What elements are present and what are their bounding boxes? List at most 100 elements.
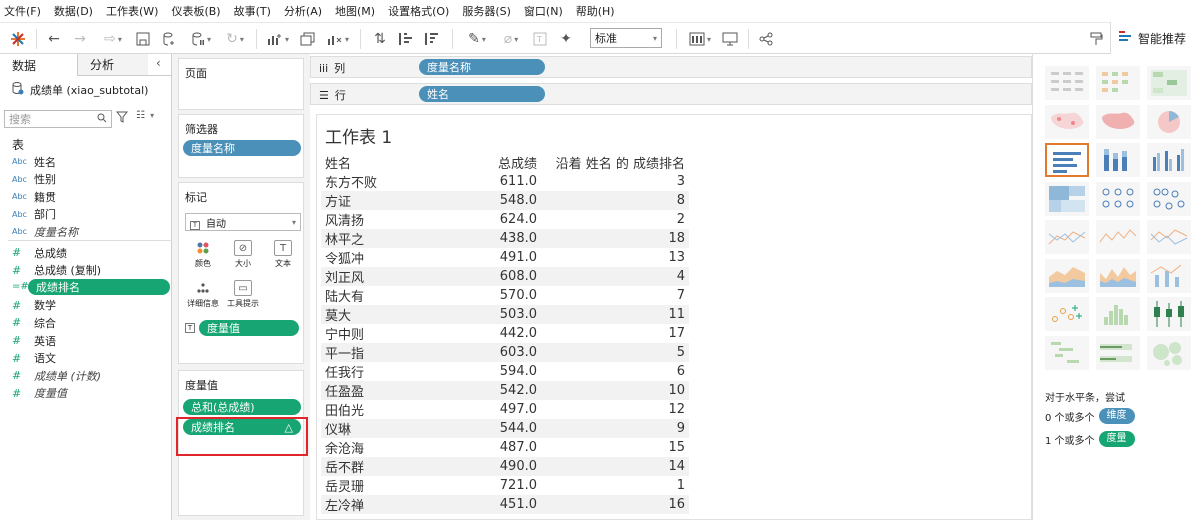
- fix-axes-icon[interactable]: ✦: [556, 29, 576, 49]
- cell-rank[interactable]: 13: [541, 248, 689, 267]
- menu-item[interactable]: 帮助(H): [576, 3, 615, 19]
- cell-rank[interactable]: 7: [541, 286, 689, 305]
- cell-rank[interactable]: 1: [541, 476, 689, 495]
- cell-rank[interactable]: 12: [541, 400, 689, 419]
- field-item-rank-selected[interactable]: 成绩排名: [28, 279, 170, 295]
- pause-update-icon[interactable]: ▾: [186, 29, 216, 49]
- cell-rank[interactable]: 15: [541, 438, 689, 457]
- header-rank[interactable]: 沿着 姓名 的 成绩排名: [541, 153, 689, 172]
- size-button[interactable]: ⊘ 大小: [225, 237, 261, 273]
- menu-item[interactable]: 数据(D): [54, 3, 93, 19]
- cell-rank[interactable]: 11: [541, 305, 689, 324]
- header-total-score[interactable]: 总成绩: [471, 153, 541, 172]
- circle-views-thumb[interactable]: [1096, 181, 1140, 216]
- table-row[interactable]: 岳不群 490.0 14: [321, 457, 689, 476]
- tab-data[interactable]: 数据: [0, 54, 78, 76]
- share-icon[interactable]: [756, 29, 776, 49]
- table-row[interactable]: 刘正风 608.0 4: [321, 267, 689, 286]
- columns-shelf[interactable]: iii 列 度量名称: [310, 56, 1032, 78]
- cell-total-score[interactable]: 491.0: [471, 248, 541, 267]
- cell-total-score[interactable]: 624.0: [471, 210, 541, 229]
- show-me-tab[interactable]: 智能推荐: [1110, 22, 1200, 54]
- measure-field-item[interactable]: # 数学: [12, 297, 170, 314]
- cell-total-score[interactable]: 608.0: [471, 267, 541, 286]
- table-row[interactable]: 林平之 438.0 18: [321, 229, 689, 248]
- cell-total-score[interactable]: 548.0: [471, 191, 541, 210]
- histogram-thumb[interactable]: [1096, 297, 1140, 331]
- dimension-field-item[interactable]: Abc 籍贯: [12, 188, 170, 205]
- pages-card[interactable]: 页面: [178, 58, 304, 110]
- color-button[interactable]: 颜色: [185, 237, 221, 273]
- table-row[interactable]: 陆大有 570.0 7: [321, 286, 689, 305]
- filters-card[interactable]: 筛选器 度量名称: [178, 114, 304, 178]
- table-row[interactable]: 莫大 503.0 11: [321, 305, 689, 324]
- measure-field-item[interactable]: # 语文: [12, 350, 170, 367]
- collapse-pane-icon[interactable]: ‹: [156, 56, 161, 70]
- table-row[interactable]: 余沧海 487.0 15: [321, 438, 689, 457]
- cell-rank[interactable]: 17: [541, 324, 689, 343]
- cell-total-score[interactable]: 542.0: [471, 381, 541, 400]
- duplicate-sheet-icon[interactable]: [298, 29, 318, 49]
- cell-total-score[interactable]: 594.0: [471, 362, 541, 381]
- cell-name[interactable]: 林平之: [321, 229, 471, 248]
- cell-name[interactable]: 余沧海: [321, 438, 471, 457]
- cell-rank[interactable]: 10: [541, 381, 689, 400]
- cell-name[interactable]: 任我行: [321, 362, 471, 381]
- table-row[interactable]: 宁中则 442.0 17: [321, 324, 689, 343]
- cell-total-score[interactable]: 490.0: [471, 457, 541, 476]
- menu-item[interactable]: 窗口(N): [524, 3, 563, 19]
- cell-name[interactable]: 宁中则: [321, 324, 471, 343]
- highlight-icon[interactable]: ✎ ▾: [462, 29, 492, 49]
- table-row[interactable]: 令狐冲 491.0 13: [321, 248, 689, 267]
- cell-total-score[interactable]: 451.0: [471, 495, 541, 514]
- refresh-icon[interactable]: ↻ ▾: [220, 29, 250, 49]
- table-row[interactable]: 风清扬 624.0 2: [321, 210, 689, 229]
- cell-total-score[interactable]: 544.0: [471, 419, 541, 438]
- cell-name[interactable]: 莫大: [321, 305, 471, 324]
- cell-name[interactable]: 令狐冲: [321, 248, 471, 267]
- side-by-side-bars-thumb[interactable]: [1147, 143, 1191, 177]
- bullet-graph-thumb[interactable]: [1096, 335, 1140, 370]
- measure-field-item[interactable]: # 综合: [12, 314, 170, 331]
- filter-pill-measure-names[interactable]: 度量名称: [183, 140, 301, 156]
- cell-name[interactable]: 仪琳: [321, 419, 471, 438]
- table-row[interactable]: 仪琳 544.0 9: [321, 419, 689, 438]
- cell-total-score[interactable]: 487.0: [471, 438, 541, 457]
- dual-lines-thumb[interactable]: [1147, 220, 1191, 254]
- menu-item[interactable]: 地图(M): [335, 3, 375, 19]
- menu-item[interactable]: 故事(T): [234, 3, 271, 19]
- mark-type-select[interactable]: T 自动 ▾: [185, 213, 301, 231]
- tooltip-button[interactable]: ▭ 工具提示: [225, 277, 261, 313]
- menu-item[interactable]: 工作表(W): [106, 3, 158, 19]
- dimension-field-item[interactable]: Abc 姓名: [12, 153, 170, 170]
- cell-name[interactable]: 岳灵珊: [321, 476, 471, 495]
- cell-rank[interactable]: 18: [541, 229, 689, 248]
- cell-rank[interactable]: 8: [541, 191, 689, 210]
- sort-descending-icon[interactable]: [422, 29, 442, 49]
- cell-rank[interactable]: 6: [541, 362, 689, 381]
- discrete-lines-thumb[interactable]: [1096, 220, 1140, 254]
- table-row[interactable]: 任盈盈 542.0 10: [321, 381, 689, 400]
- cell-name[interactable]: 左冷禅: [321, 495, 471, 514]
- cell-rank[interactable]: 5: [541, 343, 689, 362]
- treemap-thumb[interactable]: [1045, 181, 1089, 216]
- cell-name[interactable]: 岳不群: [321, 457, 471, 476]
- cell-name[interactable]: 东方不败: [321, 172, 471, 191]
- table-row[interactable]: 东方不败 611.0 3: [321, 172, 689, 191]
- cell-total-score[interactable]: 603.0: [471, 343, 541, 362]
- rows-shelf[interactable]: ☰ 行 姓名: [310, 83, 1032, 105]
- area-discrete-thumb[interactable]: [1096, 258, 1140, 293]
- table-row[interactable]: 左冷禅 451.0 16: [321, 495, 689, 514]
- stacked-bars-thumb[interactable]: [1096, 143, 1140, 177]
- table-row[interactable]: 任我行 594.0 6: [321, 362, 689, 381]
- cell-rank[interactable]: 9: [541, 419, 689, 438]
- dual-combination-thumb[interactable]: [1147, 258, 1191, 293]
- highlight-table-thumb[interactable]: [1147, 66, 1191, 100]
- clear-sheet-icon[interactable]: ▾: [322, 29, 354, 49]
- detail-button[interactable]: 详细信息: [185, 277, 221, 313]
- cell-name[interactable]: 任盈盈: [321, 381, 471, 400]
- cell-total-score[interactable]: 721.0: [471, 476, 541, 495]
- measure-field-item[interactable]: # 度量值: [12, 385, 170, 402]
- columns-pill-measure-names[interactable]: 度量名称: [419, 59, 545, 75]
- cell-name[interactable]: 陆大有: [321, 286, 471, 305]
